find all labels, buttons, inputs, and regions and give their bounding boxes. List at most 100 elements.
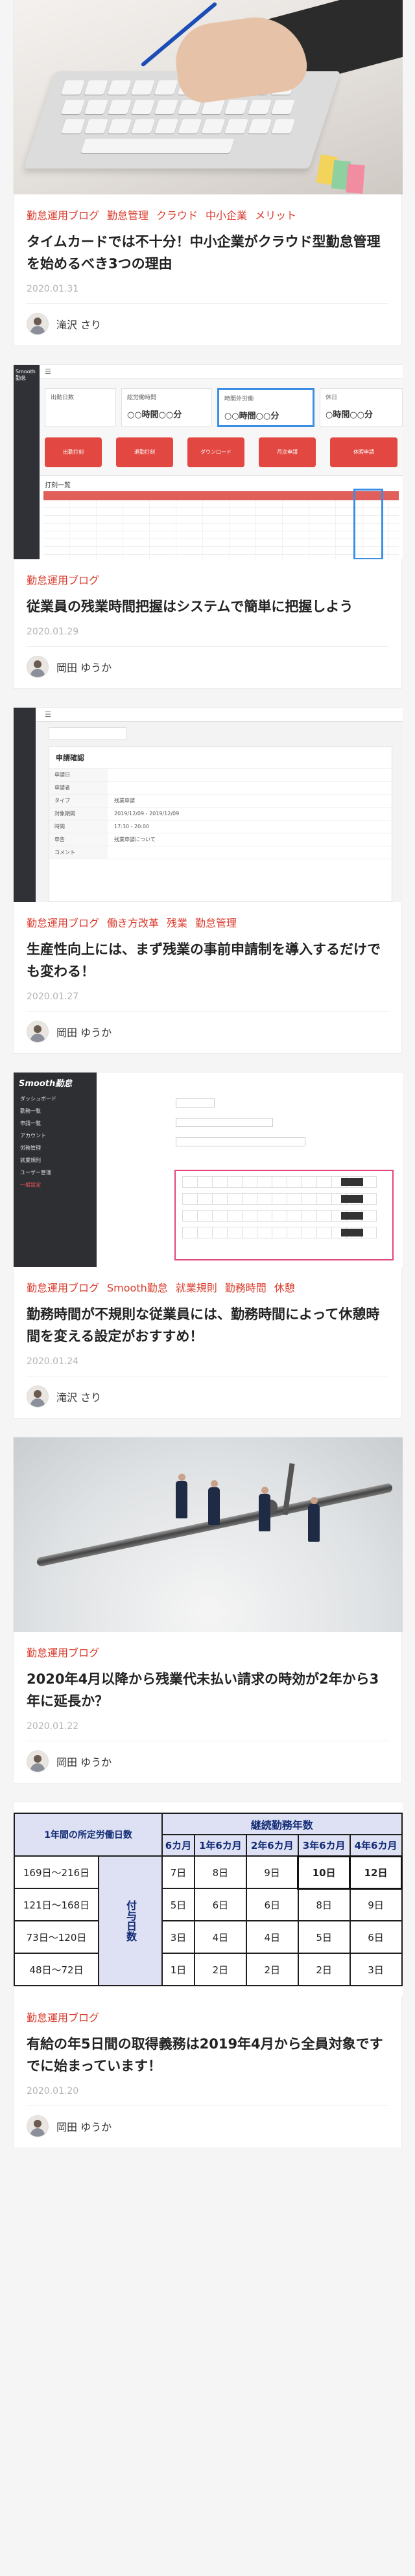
- tag-list: 勤怠運用ブログ 勤怠管理 クラウド 中小企業 メリット: [27, 207, 388, 224]
- tag-link[interactable]: 勤務時間: [225, 1282, 267, 1294]
- article-date: 2020.01.24: [27, 1356, 388, 1376]
- column-header: 2年6カ月: [245, 1834, 299, 1857]
- article-card[interactable]: 1年間の所定労働日数 継続勤務年数 6カ月 1年6カ月 2年6カ月 3年6カ月 …: [13, 1802, 403, 2148]
- avatar: [27, 1386, 49, 1408]
- table-group-header: 継続勤務年数: [161, 1813, 403, 1835]
- tag-link[interactable]: メリット: [255, 209, 296, 222]
- tag-link[interactable]: 中小企業: [206, 209, 247, 222]
- field-label: 申告: [49, 833, 108, 846]
- author-name: 滝沢 さり: [56, 1391, 102, 1404]
- menu-icon: ☰: [45, 367, 51, 376]
- table-cell: 9日: [349, 1888, 403, 1921]
- table-cell: 2日: [297, 1953, 351, 1986]
- tag-link[interactable]: 就業規則: [176, 1282, 217, 1294]
- article-thumbnail[interactable]: Smooth 勤怠 ☰ 出勤日数 総労働時間 ○○時間○○分 時間外労働 ○○時間○…: [14, 365, 403, 559]
- article-card[interactable]: Smooth勤怠 ダッシュボード 勤務一覧 申請一覧 アカウント 労務管理 就業…: [13, 1072, 403, 1419]
- author-name: 岡田 ゆうか: [56, 2121, 112, 2133]
- article-thumbnail[interactable]: ☰ 申請確認 申請日 申請者 タイプ 残業申請 対象期間 2019/12/09 - …: [14, 708, 403, 902]
- author-name: 岡田 ゆうか: [56, 1756, 112, 1769]
- tag-list: 勤怠運用ブログ: [27, 572, 388, 589]
- author-name: 岡田 ゆうか: [56, 1027, 112, 1039]
- tag-list: 勤怠運用ブログ: [27, 2010, 388, 2026]
- author-name: 岡田 ゆうか: [56, 662, 112, 674]
- avatar: [27, 656, 49, 678]
- tag-link[interactable]: クラウド: [156, 209, 198, 222]
- article-title[interactable]: 2020年4月以降から残業代未払い請求の時効が2年から3年に延長か？: [27, 1668, 388, 1712]
- table-cell: 9日: [245, 1855, 299, 1889]
- article-card[interactable]: 勤怠運用ブログ 勤怠管理 クラウド 中小企業 メリット タイムカードでは不十分！中小企業…: [13, 0, 403, 346]
- tag-link[interactable]: 休憩: [274, 1282, 295, 1294]
- article-card[interactable]: Smooth 勤怠 ☰ 出勤日数 総労働時間 ○○時間○○分 時間外労働 ○○時間○…: [13, 364, 403, 689]
- article-title[interactable]: 有給の年5日間の取得義務は2019年4月から全員対象ですでに始まっています！: [27, 2033, 388, 2077]
- tag-link[interactable]: 残業: [167, 917, 187, 929]
- article-thumbnail[interactable]: Smooth勤怠 ダッシュボード 勤務一覧 申請一覧 アカウント 労務管理 就業…: [14, 1073, 403, 1267]
- article-title[interactable]: 勤務時間が不規則な従業員には、勤務時間によって休憩時間を変える設定がおすすめ！: [27, 1303, 388, 1347]
- table-cell: 5日: [161, 1888, 195, 1921]
- app-logo: Smooth勤怠: [19, 1079, 73, 1089]
- avatar: [27, 1750, 49, 1772]
- row-header: 121日〜168日: [14, 1888, 99, 1921]
- stat-value: ○○時間○○分: [127, 410, 182, 420]
- stat-label: 時間外労働: [224, 396, 254, 402]
- stat-value: ○時間○○分: [326, 410, 374, 420]
- tag-link[interactable]: 勤怠運用ブログ: [27, 574, 99, 586]
- tag-list: 勤怠運用ブログ 働き方改革 残業 勤怠管理: [27, 915, 388, 932]
- column-header: 1年6カ月: [193, 1834, 247, 1857]
- tag-link[interactable]: Smooth勤怠: [107, 1282, 168, 1294]
- clock-in-button: 出勤打刻: [45, 437, 102, 467]
- table-corner-header: 1年間の所定労働日数: [14, 1813, 163, 1857]
- stat-value: ○○時間○○分: [224, 412, 279, 421]
- menu-item: 一般設定: [20, 1182, 41, 1188]
- table-cell: 2日: [245, 1953, 299, 1986]
- article-thumbnail[interactable]: [14, 0, 403, 194]
- field-value: 残業申請について: [114, 837, 156, 842]
- column-header: 3年6カ月: [297, 1834, 351, 1857]
- tag-link[interactable]: 勤怠運用ブログ: [27, 2012, 99, 2024]
- author: 岡田 ゆうか: [27, 2106, 388, 2148]
- tag-link[interactable]: 勤怠運用ブログ: [27, 1647, 99, 1659]
- app-logo: Smooth 勤怠: [16, 369, 36, 381]
- menu-item: 申請一覧: [20, 1120, 41, 1126]
- author: 岡田 ゆうか: [27, 647, 388, 688]
- article-title[interactable]: タイムカードでは不十分！中小企業がクラウド型勤怠管理を始めるべき3つの理由: [27, 231, 388, 275]
- field-label: 対象期間: [49, 807, 108, 820]
- article-card[interactable]: 勤怠運用ブログ 2020年4月以降から残業代未払い請求の時効が2年から3年に延長…: [13, 1437, 403, 1783]
- row-header: 169日〜216日: [14, 1855, 99, 1889]
- side-label: 付与日数: [98, 1855, 163, 1986]
- field-label: 申請日: [49, 769, 108, 781]
- tag-link[interactable]: 勤怠運用ブログ: [27, 917, 99, 929]
- table-cell: 8日: [193, 1855, 247, 1889]
- article-date: 2020.01.27: [27, 992, 388, 1012]
- clock-out-button: 退勤打刻: [116, 437, 173, 467]
- tag-link[interactable]: 勤怠運用ブログ: [27, 209, 99, 222]
- menu-item: 労務管理: [20, 1145, 41, 1151]
- tag-link[interactable]: 勤怠管理: [195, 917, 237, 929]
- field-value: 17:30 - 20:00: [114, 824, 150, 830]
- stat-label: 休日: [326, 395, 338, 401]
- article-title[interactable]: 生産性向上には、まず残業の事前申請制を導入するだけでも変わる！: [27, 938, 388, 982]
- table-cell: 10日: [297, 1855, 351, 1890]
- field-label: コメント: [49, 846, 108, 859]
- tag-link[interactable]: 勤怠運用ブログ: [27, 1282, 99, 1294]
- article-thumbnail[interactable]: 1年間の所定労働日数 継続勤務年数 6カ月 1年6カ月 2年6カ月 3年6カ月 …: [14, 1802, 403, 1997]
- panel-title: 申請確認: [49, 747, 392, 769]
- field-value: [108, 846, 114, 859]
- article-date: 2020.01.29: [27, 627, 388, 647]
- article-thumbnail[interactable]: [14, 1437, 403, 1632]
- tag-list: 勤怠運用ブログ: [27, 1645, 388, 1662]
- tag-link[interactable]: 勤怠管理: [107, 209, 148, 222]
- author: 滝沢 さり: [27, 1376, 388, 1418]
- table-cell: 5日: [297, 1920, 351, 1954]
- tag-link[interactable]: 働き方改革: [107, 917, 159, 929]
- avatar: [27, 313, 49, 335]
- article-card[interactable]: ☰ 申請確認 申請日 申請者 タイプ 残業申請 対象期間 2019/12/09 - …: [13, 707, 403, 1054]
- stat-label: 出勤日数: [51, 395, 75, 401]
- author: 岡田 ゆうか: [27, 1741, 388, 1783]
- column-header: 6カ月: [161, 1834, 195, 1857]
- article-feed: 勤怠運用ブログ 勤怠管理 クラウド 中小企業 メリット タイムカードでは不十分！中小企業…: [0, 0, 415, 2148]
- article-title[interactable]: 従業員の残業時間把握はシステムで簡単に把握しよう: [27, 596, 388, 618]
- menu-item: 勤務一覧: [20, 1108, 41, 1114]
- menu-icon: ☰: [45, 710, 51, 719]
- article-date: 2020.01.31: [27, 284, 388, 304]
- tag-list: 勤怠運用ブログ Smooth勤怠 就業規則 勤務時間 休憩: [27, 1280, 388, 1297]
